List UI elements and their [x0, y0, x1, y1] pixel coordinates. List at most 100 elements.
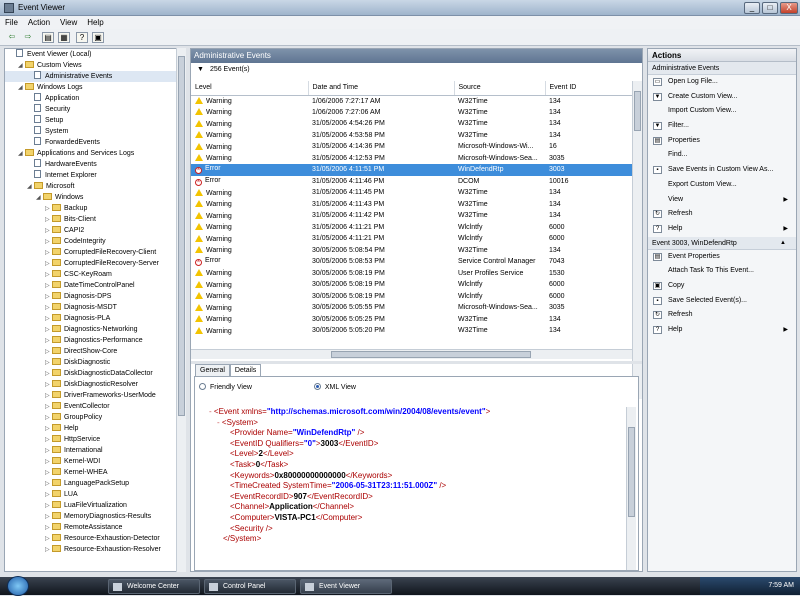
table-row[interactable]: × Error 31/05/2006 4:11:51 PM WinDefendRtp 3…	[191, 164, 632, 176]
tree-node[interactable]: ▷ Diagnosis-PLA	[5, 313, 185, 324]
tree-node[interactable]: ▷ DiskDiagnostic	[5, 357, 185, 368]
grid-horizontal-scrollbar[interactable]	[191, 349, 632, 359]
tree-node[interactable]: ▷ DiskDiagnosticResolver	[5, 379, 185, 390]
table-row[interactable]: Warning 31/05/2006 4:11:45 PM W32Time 134	[191, 187, 632, 199]
col-header-source[interactable]: Source	[454, 81, 546, 96]
tree-node[interactable]: ▷ Resource-Exhaustion-Detector	[5, 533, 185, 544]
tree-node[interactable]: ForwardedEvents	[5, 137, 185, 148]
table-row[interactable]: Warning 30/05/2006 5:05:20 PM W32Time 134	[191, 325, 632, 337]
maximize-button[interactable]: □	[762, 2, 778, 14]
taskbar-control-panel[interactable]: Control Panel	[204, 579, 296, 594]
close-button[interactable]: X	[780, 2, 798, 14]
tree-node[interactable]: ▷ Kernel-WHEA	[5, 467, 185, 478]
collapse-marker[interactable]: -	[209, 407, 212, 416]
tree-node[interactable]: ◢ Windows Logs	[5, 82, 185, 93]
tree-node[interactable]: ▷ Backup	[5, 203, 185, 214]
grid-hscroll-thumb[interactable]	[331, 351, 531, 358]
tree-node[interactable]: Security	[5, 104, 185, 115]
action-item[interactable]: ▤ Event Properties	[648, 250, 796, 265]
table-row[interactable]: Warning 30/05/2006 5:05:25 PM W32Time 134	[191, 314, 632, 326]
tree-node[interactable]: ◢ Applications and Services Logs	[5, 148, 185, 159]
grid-vertical-scrollbar[interactable]	[632, 81, 642, 399]
col-header-date[interactable]: Date and Time	[308, 81, 455, 96]
start-button[interactable]	[7, 576, 29, 596]
tree-node[interactable]: Application	[5, 93, 185, 104]
action-item[interactable]: Import Custom View...	[648, 104, 796, 119]
tree-node[interactable]: ▷ DateTimeControlPanel	[5, 280, 185, 291]
tab-general[interactable]: General	[195, 364, 230, 376]
tree-node[interactable]: ▷ Diagnostics-Networking	[5, 324, 185, 335]
table-row[interactable]: Warning 31/05/2006 4:11:21 PM Wlclntfy 6000	[191, 233, 632, 245]
tree-node[interactable]: ▷ International	[5, 445, 185, 456]
forward-arrow-icon[interactable]: ⇨	[22, 32, 34, 43]
menu-file[interactable]: File	[5, 16, 18, 29]
action-item[interactable]: ▪ Save Events in Custom View As...	[648, 163, 796, 178]
table-row[interactable]: Warning 30/05/2006 5:08:19 PM User Profile…	[191, 268, 632, 280]
tree-node[interactable]: ▷ GroupPolicy	[5, 412, 185, 423]
actions-section-event[interactable]: Event 3003, WinDefendRtp ▲	[648, 236, 796, 250]
table-row[interactable]: × Error 30/05/2006 5:08:53 PM Service Contr…	[191, 256, 632, 268]
tree-node[interactable]: ▷ LanguagePackSetup	[5, 478, 185, 489]
taskbar-welcome-center[interactable]: Welcome Center	[108, 579, 200, 594]
action-item[interactable]: Find...	[648, 148, 796, 163]
collapse-marker[interactable]: -	[217, 418, 220, 427]
tree-node[interactable]: System	[5, 126, 185, 137]
tree-node[interactable]: ◢ Microsoft	[5, 181, 185, 192]
table-row[interactable]: Warning 30/05/2006 5:08:19 PM Wlclntfy 6000	[191, 291, 632, 303]
action-item[interactable]: ▼ Create Custom View...	[648, 90, 796, 105]
tab-details[interactable]: Details	[229, 364, 262, 376]
tree-node[interactable]: ▷ DriverFrameworks-UserMode	[5, 390, 185, 401]
tree-node[interactable]: ▷ Diagnosis-MSDT	[5, 302, 185, 313]
table-row[interactable]: Warning 31/05/2006 4:11:43 PM W32Time 134	[191, 199, 632, 211]
clock[interactable]: 7:59 AM	[768, 582, 794, 589]
action-item[interactable]: ? Help ▶	[648, 323, 796, 338]
table-row[interactable]: × Error 31/05/2006 4:11:46 PM DCOM 10016	[191, 176, 632, 188]
action-item[interactable]: ▼ Filter...	[648, 119, 796, 134]
tree-scrollbar[interactable]	[176, 48, 186, 572]
tree-node[interactable]: ▷ DirectShow-Core	[5, 346, 185, 357]
tree-node[interactable]: ▷ HttpService	[5, 434, 185, 445]
table-row[interactable]: Warning 31/05/2006 4:14:36 PM Microsoft-Wi…	[191, 141, 632, 153]
collapse-icon[interactable]: ▲	[780, 237, 786, 250]
tree-node[interactable]: ▷ Kernel-WDI	[5, 456, 185, 467]
radio-friendly-view[interactable]	[199, 383, 206, 390]
minimize-button[interactable]: _	[744, 2, 760, 14]
tree-node[interactable]: ▷ LuaFileVirtualization	[5, 500, 185, 511]
action-pane-icon[interactable]: ▣	[92, 32, 104, 43]
taskbar-event-viewer[interactable]: Event Viewer	[300, 579, 392, 594]
expand-toggle-icon[interactable]: ▷	[45, 545, 52, 556]
tree-node[interactable]: ▷ CodeIntegrity	[5, 236, 185, 247]
table-row[interactable]: Warning 30/05/2006 5:08:54 PM W32Time 134	[191, 245, 632, 257]
help-icon[interactable]: ?	[76, 32, 88, 43]
tree-node[interactable]: ◢ Windows	[5, 192, 185, 203]
tree-node[interactable]: HardwareEvents	[5, 159, 185, 170]
tree-node[interactable]: ▷ MemoryDiagnostics-Results	[5, 511, 185, 522]
details-scrollbar[interactable]	[626, 407, 636, 570]
tree-node[interactable]: Event Viewer (Local)	[5, 49, 185, 60]
back-arrow-icon[interactable]: ⇦	[6, 32, 18, 43]
table-row[interactable]: Warning 31/05/2006 4:11:21 PM Wlclntfy 6000	[191, 222, 632, 234]
table-row[interactable]: Warning 30/05/2006 5:05:55 PM Microsoft-Wi…	[191, 302, 632, 314]
action-item[interactable]: Attach Task To This Event...	[648, 264, 796, 279]
tree-node[interactable]: ▷ Help	[5, 423, 185, 434]
tree-node[interactable]: ▷ CAPI2	[5, 225, 185, 236]
table-row[interactable]: Warning 1/06/2006 7:27:06 AM W32Time 134	[191, 107, 632, 119]
radio-xml-view[interactable]	[313, 383, 321, 390]
tree-node[interactable]: Internet Explorer	[5, 170, 185, 181]
tree-node[interactable]: ▷ Bits-Client	[5, 214, 185, 225]
table-row[interactable]: Warning 1/06/2006 7:27:17 AM W32Time 134	[191, 95, 632, 107]
table-row[interactable]: Warning 31/05/2006 4:53:58 PM W32Time 134	[191, 130, 632, 142]
table-row[interactable]: Warning 31/05/2006 4:12:53 PM Microsoft-Wi…	[191, 153, 632, 165]
col-header-event-id[interactable]: Event ID	[545, 81, 633, 96]
tree-node[interactable]: ▷ Diagnostics-Performance	[5, 335, 185, 346]
tree-node[interactable]: ▷ CorruptedFileRecovery-Server	[5, 258, 185, 269]
action-item[interactable]: Export Custom View...	[648, 178, 796, 193]
tree-node[interactable]: ◢ Custom Views	[5, 60, 185, 71]
action-item[interactable]: ↻ Refresh	[648, 207, 796, 222]
tree-node[interactable]: ▷ Resource-Exhaustion-Resolver	[5, 544, 185, 555]
tree-node[interactable]: ▷ EventCollector	[5, 401, 185, 412]
grid-scroll-thumb[interactable]	[634, 91, 641, 131]
table-row[interactable]: Warning 31/05/2006 4:11:42 PM W32Time 134	[191, 210, 632, 222]
menu-action[interactable]: Action	[28, 16, 50, 29]
tree-node[interactable]: ▷ RemoteAssistance	[5, 522, 185, 533]
